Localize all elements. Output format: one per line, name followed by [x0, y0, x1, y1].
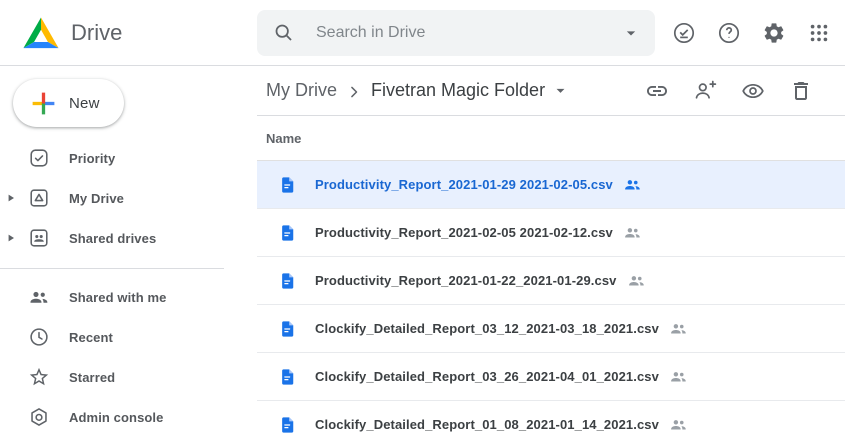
- admin-console-icon: [28, 406, 50, 428]
- top-bar: Drive: [0, 0, 845, 66]
- shared-people-icon: [669, 415, 688, 434]
- search-input[interactable]: [316, 24, 621, 42]
- apps-grid-icon[interactable]: [799, 13, 839, 53]
- folder-menu-caret-icon[interactable]: [551, 81, 570, 100]
- file-row[interactable]: Clockify_Detailed_Report_03_26_2021-04_0…: [257, 353, 845, 401]
- shared-people-icon: [627, 271, 646, 290]
- shared-people-icon: [623, 175, 642, 194]
- search-options-caret-icon[interactable]: [621, 23, 641, 43]
- shared-people-icon: [669, 319, 688, 338]
- offline-status-icon[interactable]: [664, 13, 704, 53]
- list-header: Name: [257, 116, 845, 161]
- expand-caret-icon[interactable]: [7, 234, 15, 242]
- search-bar[interactable]: [257, 10, 655, 56]
- priority-icon: [28, 147, 50, 169]
- csv-file-icon: [279, 270, 297, 292]
- drive-logo[interactable]: Drive: [0, 17, 257, 49]
- file-row[interactable]: Productivity_Report_2021-01-29 2021-02-0…: [257, 161, 845, 209]
- file-name: Clockify_Detailed_Report_01_08_2021-01_1…: [315, 417, 659, 432]
- file-row[interactable]: Productivity_Report_2021-01-22_2021-01-2…: [257, 257, 845, 305]
- sidebar-item-recent[interactable]: Recent: [0, 317, 257, 357]
- new-button[interactable]: New: [13, 79, 124, 127]
- file-row[interactable]: Clockify_Detailed_Report_03_12_2021-03_1…: [257, 305, 845, 353]
- share-add-person-icon[interactable]: [685, 71, 725, 111]
- file-action-toolbar: [637, 71, 845, 111]
- main-content: My Drive Fivetran Magic Folder: [257, 66, 845, 439]
- preview-eye-icon[interactable]: [733, 71, 773, 111]
- help-icon[interactable]: [709, 13, 749, 53]
- file-name: Productivity_Report_2021-02-05 2021-02-1…: [315, 225, 613, 240]
- shared-people-icon: [669, 367, 688, 386]
- file-name: Clockify_Detailed_Report_03_26_2021-04_0…: [315, 369, 659, 384]
- recent-clock-icon: [28, 326, 50, 348]
- sidebar: New Priority: [0, 66, 257, 439]
- file-row[interactable]: Clockify_Detailed_Report_01_08_2021-01_1…: [257, 401, 845, 439]
- breadcrumb-my-drive[interactable]: My Drive: [266, 80, 337, 101]
- file-row[interactable]: Productivity_Report_2021-02-05 2021-02-1…: [257, 209, 845, 257]
- app-title: Drive: [71, 20, 122, 46]
- csv-file-icon: [279, 414, 297, 436]
- new-button-label: New: [69, 95, 100, 112]
- sidebar-item-shared-with-me[interactable]: Shared with me: [0, 277, 257, 317]
- file-name: Clockify_Detailed_Report_03_12_2021-03_1…: [315, 321, 659, 336]
- sidebar-divider: [0, 268, 224, 269]
- sidebar-nav: Priority My Drive: [0, 138, 257, 437]
- sidebar-item-starred[interactable]: Starred: [0, 357, 257, 397]
- file-name: Productivity_Report_2021-01-22_2021-01-2…: [315, 273, 617, 288]
- csv-file-icon: [279, 222, 297, 244]
- csv-file-icon: [279, 318, 297, 340]
- topbar-icons: [664, 13, 845, 53]
- breadcrumb-bar: My Drive Fivetran Magic Folder: [257, 66, 845, 116]
- file-list: Productivity_Report_2021-01-29 2021-02-0…: [257, 161, 845, 439]
- get-link-icon[interactable]: [637, 71, 677, 111]
- drive-triangle-icon: [23, 17, 59, 49]
- shared-drives-icon: [28, 227, 50, 249]
- my-drive-icon: [28, 187, 50, 209]
- new-plus-icon: [30, 90, 57, 117]
- starred-star-icon: [28, 366, 50, 388]
- breadcrumb-current-folder[interactable]: Fivetran Magic Folder: [371, 80, 545, 101]
- file-name: Productivity_Report_2021-01-29 2021-02-0…: [315, 177, 613, 192]
- csv-file-icon: [279, 366, 297, 388]
- delete-trash-icon[interactable]: [781, 71, 821, 111]
- sidebar-item-my-drive[interactable]: My Drive: [0, 178, 257, 218]
- shared-with-me-icon: [28, 286, 50, 308]
- expand-caret-icon[interactable]: [7, 194, 15, 202]
- sidebar-item-shared-drives[interactable]: Shared drives: [0, 218, 257, 258]
- search-icon[interactable]: [273, 22, 294, 43]
- chevron-right-icon: [344, 82, 364, 102]
- settings-gear-icon[interactable]: [754, 13, 794, 53]
- google-drive-app: Drive: [0, 0, 845, 439]
- csv-file-icon: [279, 174, 297, 196]
- sidebar-item-priority[interactable]: Priority: [0, 138, 257, 178]
- sidebar-item-admin-console[interactable]: Admin console: [0, 397, 257, 437]
- name-column-header[interactable]: Name: [266, 131, 301, 146]
- shared-people-icon: [623, 223, 642, 242]
